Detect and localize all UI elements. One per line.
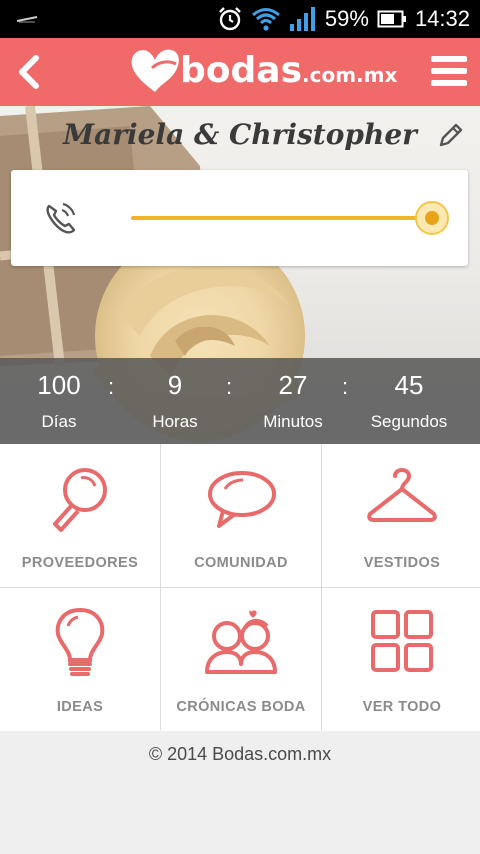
speech-bubble-icon — [208, 471, 276, 528]
lightbulb-icon — [55, 607, 105, 676]
slider-track — [131, 216, 432, 220]
copyright-footer: © 2014 Bodas.com.mx — [148, 744, 332, 764]
heart-logo-icon — [131, 49, 179, 92]
separator: : — [108, 374, 115, 399]
call-volume-card — [11, 170, 468, 266]
tile-label: VESTIDOS — [363, 555, 441, 571]
app-bar: bodas.com.mx — [0, 38, 480, 106]
separator: : — [342, 374, 349, 399]
tile-vestidos[interactable]: VESTIDOS — [322, 444, 480, 587]
signal-icon — [289, 7, 315, 31]
tile-label: COMUNIDAD — [194, 555, 288, 571]
battery-percent: 59% — [324, 6, 369, 31]
hero-banner: Mariela & Christopher 100 Días : 9 Horas… — [0, 106, 480, 444]
wifi-icon — [251, 8, 280, 31]
seconds-label: Segundos — [370, 412, 448, 431]
screen: 59% 14:32 bodas.com.mx Mariela & Christo… — [0, 0, 480, 854]
magnifier-icon — [53, 468, 107, 532]
hamburger-menu-icon[interactable] — [430, 52, 468, 90]
slider-knob[interactable] — [425, 211, 439, 225]
bodas-logo: bodas.com.mx — [128, 46, 397, 98]
days-label: Días — [41, 412, 77, 431]
logo-suffix: .com.mx — [302, 63, 398, 87]
pencil-edit-icon[interactable] — [436, 120, 466, 150]
tile-label: VER TODO — [362, 699, 442, 715]
hours-value: 9 — [167, 370, 183, 400]
tile-comunidad[interactable]: COMUNIDAD — [161, 444, 321, 587]
hours-label: Horas — [152, 412, 198, 431]
seconds-value: 45 — [394, 370, 424, 400]
phone-ring-icon — [46, 202, 76, 234]
status-right: 59% 14:32 — [217, 0, 470, 38]
tile-label: CRÓNICAS BODA — [176, 699, 306, 715]
battery-icon — [377, 10, 406, 28]
logo-text: bodas.com.mx — [180, 50, 397, 91]
status-bar: 59% 14:32 — [0, 0, 480, 38]
tile-proveedores[interactable]: PROVEEDORES — [0, 444, 160, 587]
clock: 14:32 — [414, 6, 470, 31]
countdown-seconds: 45 Segundos — [354, 358, 464, 432]
back-arrow-icon[interactable] — [10, 46, 50, 98]
notification-icon — [16, 16, 38, 23]
couple-names: Mariela & Christopher — [63, 118, 417, 151]
logo-word: bodas — [180, 50, 302, 91]
alarm-icon — [219, 7, 241, 31]
minutes-value: 27 — [278, 370, 308, 400]
couple-icon — [205, 610, 277, 674]
minutes-label: Minutos — [263, 412, 323, 431]
days-value: 100 — [37, 370, 81, 400]
feature-grid: PROVEEDORES COMUNIDAD VESTIDOS IDEAS CRÓ… — [0, 444, 480, 731]
grid-icon — [371, 610, 433, 672]
hanger-icon — [367, 468, 437, 522]
countdown-slider[interactable] — [131, 198, 449, 238]
separator: : — [226, 374, 233, 399]
tile-cronicas-boda[interactable]: CRÓNICAS BODA — [161, 588, 321, 731]
countdown-minutes: 27 Minutos — [238, 358, 348, 432]
tile-ver-todo[interactable]: VER TODO — [322, 588, 480, 731]
tile-label: PROVEEDORES — [21, 555, 139, 571]
tile-ideas[interactable]: IDEAS — [0, 588, 160, 731]
countdown-hours: 9 Horas — [120, 358, 230, 432]
tile-label: IDEAS — [56, 699, 104, 715]
wedding-countdown: 100 Días : 9 Horas : 27 Minutos : 45 Seg… — [0, 358, 480, 444]
countdown-days: 100 Días — [4, 358, 114, 432]
